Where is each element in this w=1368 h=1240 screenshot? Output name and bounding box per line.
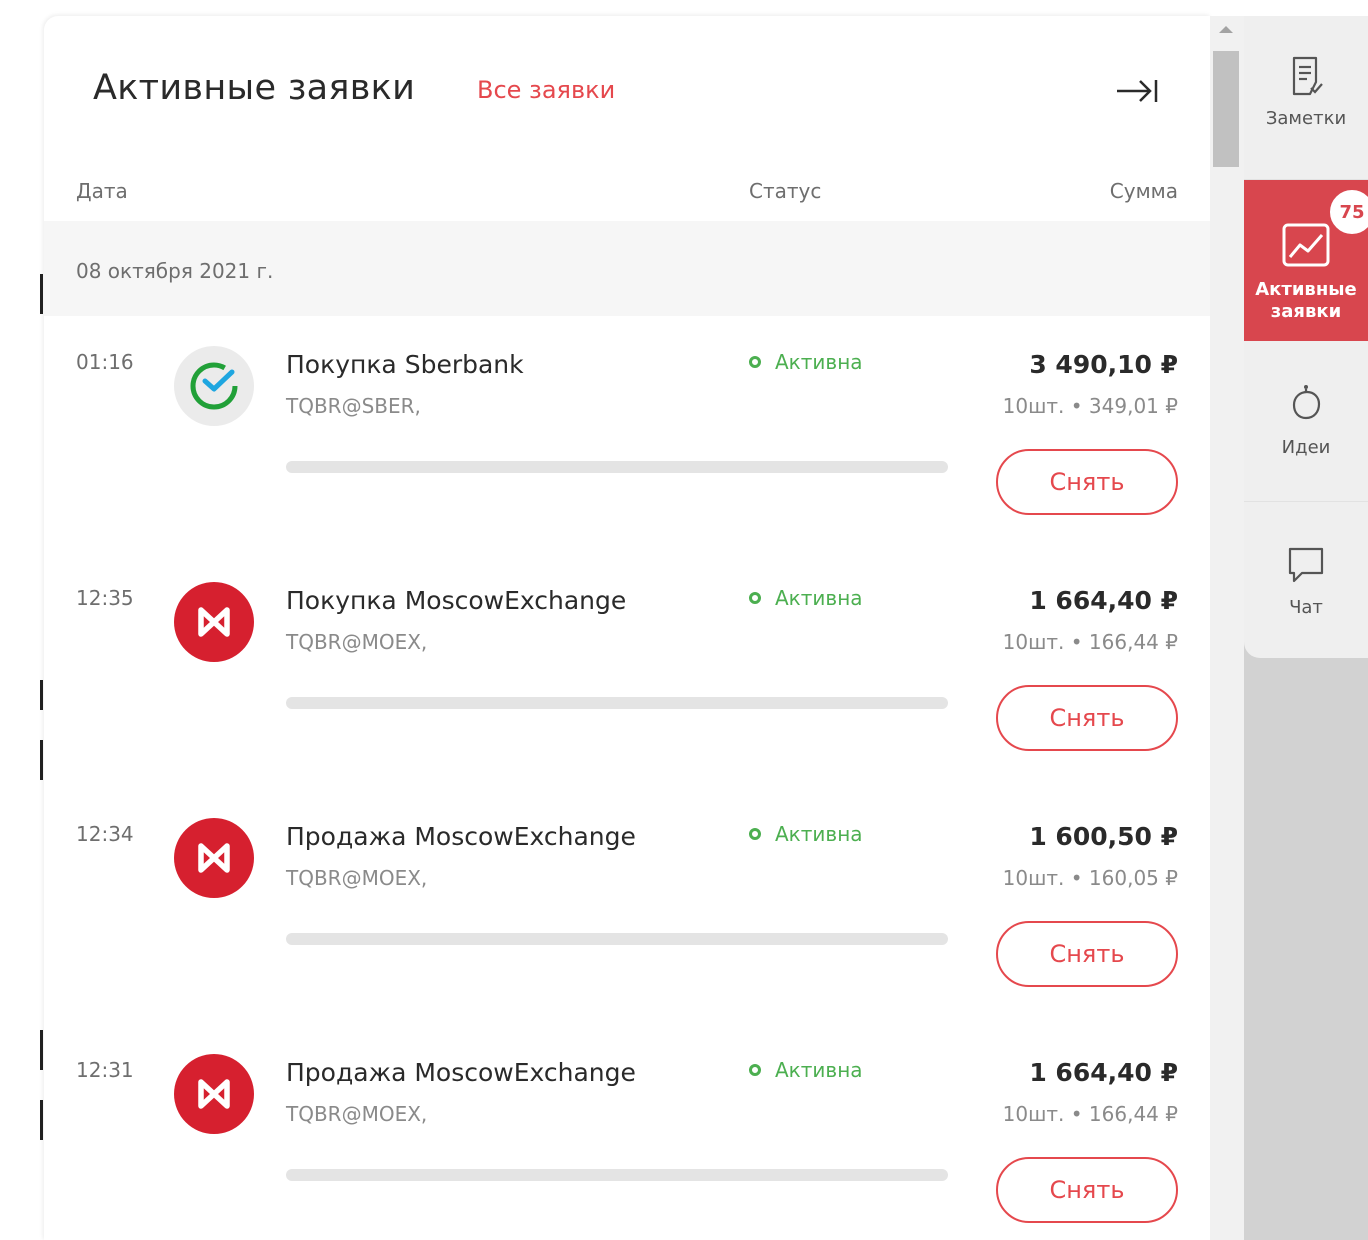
cancel-order-button[interactable]: Снять (996, 685, 1178, 751)
order-detail: 10шт. • 166,44 ₽ (1002, 1102, 1178, 1126)
sidebar-item-label: Идеи (1281, 437, 1331, 458)
order-row: 12:34 Продажа MoscowExchange TQBR@MOEX, … (44, 818, 1210, 1054)
order-progress-bar (286, 461, 948, 473)
order-progress-bar (286, 1169, 948, 1181)
active-orders-count-badge: 75 (1328, 188, 1368, 236)
order-time: 12:35 (76, 586, 134, 610)
background-edge-mark (40, 680, 43, 710)
column-header-status: Статус (749, 179, 822, 203)
order-ticker: TQBR@MOEX, (286, 630, 428, 654)
order-status-label: Активна (775, 1058, 863, 1082)
order-amount: 1 600,50 ₽ (1029, 822, 1178, 851)
moex-logo-icon (174, 818, 254, 898)
panel-title: Активные заявки (93, 68, 416, 108)
chart-trend-icon (1282, 223, 1330, 267)
sberbank-logo-icon (174, 346, 254, 426)
sidebar-item-label: Активные заявки (1255, 279, 1357, 322)
order-status: Активна (749, 1058, 863, 1082)
active-orders-panel: Активные заявки Все заявки Дата Статус С… (44, 16, 1210, 1240)
sidebar-menu: Заметки Активные заявки Идеи Чат (1244, 16, 1368, 658)
scroll-up-arrow-icon[interactable] (1219, 26, 1233, 33)
collapse-panel-button[interactable] (1112, 71, 1162, 111)
sidebar-divider (1244, 179, 1368, 180)
order-name: Продажа MoscowExchange (286, 822, 636, 851)
cancel-order-button[interactable]: Снять (996, 449, 1178, 515)
scrollbar-thumb[interactable] (1213, 51, 1239, 167)
order-time: 01:16 (76, 350, 134, 374)
sidebar-item-ideas[interactable]: Идеи (1244, 341, 1368, 501)
order-progress-bar (286, 933, 948, 945)
order-status-label: Активна (775, 350, 863, 374)
background-edge-mark (40, 740, 43, 780)
sidebar-item-label: Чат (1289, 597, 1323, 618)
status-dot-icon (749, 828, 761, 840)
moex-logo-icon (174, 582, 254, 662)
order-ticker: TQBR@MOEX, (286, 1102, 428, 1126)
date-group-header: 08 октября 2021 г. (44, 221, 1210, 316)
order-status: Активна (749, 822, 863, 846)
order-detail: 10шт. • 160,05 ₽ (1002, 866, 1178, 890)
sidebar-item-chat[interactable]: Чат (1244, 501, 1368, 658)
cancel-order-button[interactable]: Снять (996, 921, 1178, 987)
order-status-label: Активна (775, 586, 863, 610)
moex-logo-icon (174, 1054, 254, 1134)
order-amount: 1 664,40 ₽ (1029, 1058, 1178, 1087)
all-orders-link[interactable]: Все заявки (477, 76, 615, 104)
background-edge-mark (40, 1100, 43, 1140)
order-status: Активна (749, 350, 863, 374)
sidebar-item-label: Заметки (1265, 108, 1347, 129)
notes-icon (1292, 56, 1323, 96)
order-name: Покупка Sberbank (286, 350, 524, 379)
status-dot-icon (749, 356, 761, 368)
background-content (0, 0, 44, 1240)
order-name: Продажа MoscowExchange (286, 1058, 636, 1087)
scrollbar[interactable] (1210, 16, 1244, 1240)
order-amount: 1 664,40 ₽ (1029, 586, 1178, 615)
column-header-sum: Сумма (1109, 179, 1178, 203)
order-detail: 10шт. • 166,44 ₽ (1002, 630, 1178, 654)
order-name: Покупка MoscowExchange (286, 586, 627, 615)
order-ticker: TQBR@SBER, (286, 394, 421, 418)
order-row: 12:31 Продажа MoscowExchange TQBR@MOEX, … (44, 1054, 1210, 1240)
order-status: Активна (749, 586, 863, 610)
date-group-label: 08 октября 2021 г. (76, 259, 274, 283)
sidebar-divider (1244, 501, 1368, 502)
app-window: Активные заявки Все заявки Дата Статус С… (0, 0, 1368, 1240)
piggy-bank-icon (1292, 385, 1321, 420)
status-dot-icon (749, 1064, 761, 1076)
order-time: 12:34 (76, 822, 134, 846)
background-edge-mark (40, 274, 43, 314)
order-row: 01:16 Покупка Sberbank TQBR@SBER, Активн… (44, 346, 1210, 582)
order-row: 12:35 Покупка MoscowExchange TQBR@MOEX, … (44, 582, 1210, 818)
right-sidebar: Заметки Активные заявки Идеи Чат 75 (1244, 16, 1368, 1240)
cancel-order-button[interactable]: Снять (996, 1157, 1178, 1223)
column-header-date: Дата (76, 179, 128, 203)
order-amount: 3 490,10 ₽ (1029, 350, 1178, 379)
chat-icon (1288, 547, 1324, 583)
order-detail: 10шт. • 349,01 ₽ (1002, 394, 1178, 418)
order-time: 12:31 (76, 1058, 134, 1082)
arrow-right-to-bar-icon (1117, 80, 1158, 102)
status-dot-icon (749, 592, 761, 604)
order-progress-bar (286, 697, 948, 709)
background-edge-mark (40, 1030, 43, 1070)
order-status-label: Активна (775, 822, 863, 846)
sidebar-item-notes[interactable]: Заметки (1244, 16, 1368, 179)
order-ticker: TQBR@MOEX, (286, 866, 428, 890)
